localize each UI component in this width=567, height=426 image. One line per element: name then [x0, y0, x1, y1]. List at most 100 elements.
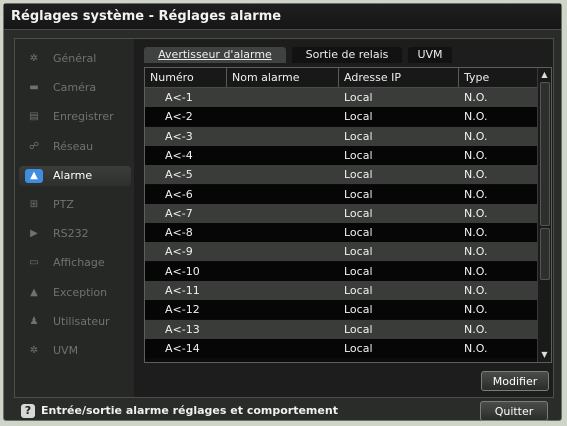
- sidebar-item-label: Enregistrer: [53, 110, 114, 124]
- sidebar-item-alarme[interactable]: ▲ Alarme: [19, 165, 131, 186]
- cell-type: N.O.: [464, 206, 488, 220]
- alarm-icon: ▲: [25, 168, 43, 183]
- cell-adresse-ip: Local: [344, 129, 373, 143]
- cell-nom-alarme: [232, 300, 339, 319]
- cell-adresse-ip: Local: [344, 206, 373, 220]
- cell-type: N.O.: [464, 168, 488, 182]
- sidebar-item-label: PTZ: [53, 198, 74, 211]
- cell-adresse-ip: Local: [344, 284, 373, 297]
- table-row[interactable]: A<-7 Local N.O.: [145, 203, 538, 223]
- cell-adresse-ip: Local: [344, 322, 373, 336]
- scroll-up-icon[interactable]: ▲: [538, 69, 551, 81]
- cell-nom-alarme: [232, 204, 339, 223]
- settings-window: Réglages système - Réglages alarme ✲ Géné…: [3, 3, 562, 421]
- uvm-icon: ✲: [29, 345, 39, 356]
- cell-numero: A<-11: [165, 284, 200, 297]
- cell-nom-alarme: [232, 242, 339, 261]
- cell-adresse-ip: Local: [344, 245, 373, 259]
- cell-nom-alarme: [232, 165, 339, 184]
- cell-adresse-ip: Local: [344, 264, 373, 278]
- sidebar-item-reseau[interactable]: ☍ Réseau: [19, 137, 131, 157]
- cell-type: N.O.: [464, 284, 488, 297]
- table-row[interactable]: A<-9 Local N.O.: [145, 242, 538, 262]
- tab-uvm[interactable]: UVM: [408, 47, 452, 63]
- cell-nom-alarme: [232, 146, 339, 165]
- alarm-table: Numéro Nom alarme Adresse IP Type A<-1 Lo…: [144, 67, 552, 363]
- table-row[interactable]: A<-13 Local N.O.: [145, 319, 538, 339]
- sidebar-item-label: Affichage: [53, 256, 105, 270]
- cell-nom-alarme: [232, 281, 339, 300]
- sidebar-item-ptz[interactable]: ⊞ PTZ: [19, 195, 131, 215]
- scroll-down-icon[interactable]: ▼: [538, 349, 551, 361]
- sidebar-item-label: Réseau: [53, 139, 94, 153]
- cell-adresse-ip: Local: [344, 110, 373, 124]
- sidebar-item-label: Caméra: [53, 81, 97, 95]
- cell-numero: A<-13: [165, 322, 200, 336]
- scroll-thumb[interactable]: [540, 82, 550, 226]
- table-row[interactable]: A<-1 Local N.O.: [145, 88, 538, 107]
- sidebar-item-utilisateur[interactable]: ♟ Utilisateur: [19, 312, 131, 332]
- cell-type: N.O.: [464, 341, 488, 355]
- cell-numero: A<-1: [165, 91, 193, 104]
- cell-adresse-ip: Local: [344, 187, 373, 201]
- help-text: Entrée/sortie alarme réglages et comport…: [41, 404, 338, 417]
- sidebar-item-enregistrer[interactable]: ▤ Enregistrer: [19, 107, 131, 127]
- sidebar-item-camera[interactable]: ▬ Caméra: [19, 78, 131, 98]
- col-type[interactable]: Type: [459, 68, 538, 87]
- cell-numero: A<-4: [165, 148, 193, 162]
- ptz-icon: ⊞: [29, 199, 39, 210]
- sidebar-item-general[interactable]: ✲ Général: [19, 49, 131, 69]
- cell-numero: A<-6: [165, 187, 193, 201]
- quit-button[interactable]: Quitter: [480, 401, 548, 421]
- table-row[interactable]: A<-8 Local N.O.: [145, 223, 538, 243]
- cell-nom-alarme: [232, 88, 339, 107]
- table-row[interactable]: A<-11 Local N.O.: [145, 281, 538, 300]
- table-row[interactable]: A<-3 Local N.O.: [145, 126, 538, 146]
- tab-avertisseur-alarme[interactable]: Avertisseur d'alarme: [144, 47, 286, 63]
- cell-type: N.O.: [464, 187, 488, 201]
- sidebar-item-affichage[interactable]: ▭ Affichage: [19, 253, 131, 273]
- cell-numero: A<-3: [165, 129, 193, 143]
- cell-type: N.O.: [464, 91, 488, 104]
- sidebar-item-uvm[interactable]: ✲ UVM: [19, 341, 131, 361]
- col-adresse-ip[interactable]: Adresse IP: [339, 68, 459, 87]
- cell-nom-alarme: [232, 107, 339, 126]
- help-icon: ?: [21, 404, 35, 418]
- camera-icon: ▬: [29, 82, 39, 94]
- sidebar-item-label: UVM: [53, 344, 79, 357]
- cell-nom-alarme: [232, 262, 339, 281]
- col-nom-alarme[interactable]: Nom alarme: [227, 68, 339, 87]
- table-scrollbar[interactable]: ▲ ▼: [537, 68, 551, 362]
- sidebar-item-label: Général: [53, 52, 97, 65]
- tab-sortie-relais[interactable]: Sortie de relais: [292, 47, 402, 63]
- table-row[interactable]: A<-5 Local N.O.: [145, 165, 538, 185]
- cell-numero: A<-10: [165, 264, 200, 278]
- cell-type: N.O.: [464, 264, 488, 278]
- cell-type: N.O.: [464, 148, 488, 162]
- cell-type: N.O.: [464, 110, 488, 124]
- table-row[interactable]: A<-12 Local N.O.: [145, 300, 538, 320]
- table-row[interactable]: A<-6 Local N.O.: [145, 184, 538, 204]
- table-row[interactable]: A<-14 Local N.O.: [145, 338, 538, 358]
- cell-adresse-ip: Local: [344, 226, 373, 240]
- cell-adresse-ip: Local: [344, 303, 373, 317]
- modify-button[interactable]: Modifier: [481, 371, 549, 391]
- cell-adresse-ip: Local: [344, 341, 373, 355]
- cell-type: N.O.: [464, 129, 488, 143]
- sidebar-item-exception[interactable]: ▲ Exception: [19, 283, 131, 303]
- col-numero[interactable]: Numéro: [145, 68, 227, 87]
- cell-numero: A<-12: [165, 303, 200, 317]
- cell-type: N.O.: [464, 245, 488, 259]
- user-icon: ♟: [29, 315, 39, 327]
- cell-numero: A<-9: [165, 245, 193, 259]
- table-row[interactable]: A<-4 Local N.O.: [145, 145, 538, 165]
- display-icon: ▭: [29, 257, 39, 269]
- content-panel: ✲ Général ▬ Caméra ▤ Enregistrer ☍ Réseau ▲ Alarm…: [14, 38, 554, 398]
- table-row[interactable]: A<-10 Local N.O.: [145, 261, 538, 281]
- cell-nom-alarme: [232, 185, 339, 204]
- sidebar-item-rs232[interactable]: ▶ RS232: [19, 224, 131, 244]
- sidebar-item-label: Exception: [53, 285, 108, 299]
- cell-type: N.O.: [464, 226, 488, 240]
- table-row[interactable]: A<-2 Local N.O.: [145, 107, 538, 127]
- cell-type: N.O.: [464, 303, 488, 317]
